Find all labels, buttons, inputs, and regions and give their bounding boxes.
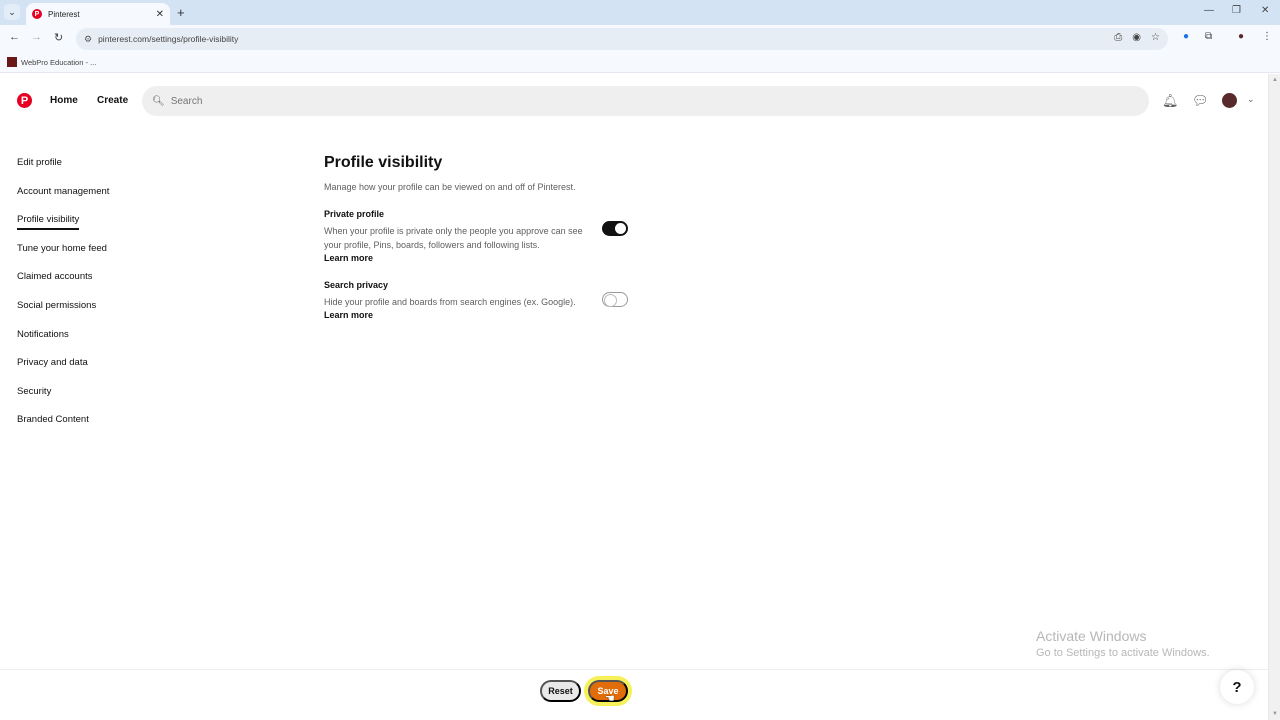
user-avatar[interactable] xyxy=(1222,93,1237,108)
nav-create[interactable]: Create xyxy=(97,95,128,106)
sidebar-item-profile-visibility[interactable]: Profile visibility xyxy=(17,213,109,242)
browser-tab-strip: ⌄ P Pinterest ✕ + — ❐ ✕ xyxy=(0,0,1280,25)
sidebar-item-social-permissions[interactable]: Social permissions xyxy=(17,299,109,328)
search-privacy-setting: Search privacy Hide your profile and boa… xyxy=(324,280,634,323)
bookmark-star-icon[interactable]: ☆ xyxy=(1151,32,1160,43)
sidebar-item-account-management[interactable]: Account management xyxy=(17,185,109,214)
search-privacy-toggle[interactable] xyxy=(602,291,628,307)
profile-visibility-panel: Profile visibility Manage how your profi… xyxy=(324,154,634,337)
pinterest-favicon-icon: P xyxy=(32,9,42,19)
sidebar-item-claimed-accounts[interactable]: Claimed accounts xyxy=(17,270,109,299)
nav-home[interactable]: Home xyxy=(50,95,78,106)
setting-description: Hide your profile and boards from search… xyxy=(324,296,576,321)
messages-icon[interactable]: 💬︎ xyxy=(1192,93,1209,109)
settings-sidebar: Edit profile Account management Profile … xyxy=(17,156,109,442)
extensions-puzzle-icon[interactable]: ⧉ xyxy=(1205,31,1212,42)
address-bar[interactable]: ⚙ pinterest.com/settings/profile-visibil… xyxy=(76,28,1168,50)
tab-list-button[interactable]: ⌄ xyxy=(4,4,20,20)
scroll-down-icon[interactable]: ▼ xyxy=(1272,711,1278,717)
window-close-icon[interactable]: ✕ xyxy=(1261,5,1269,16)
setting-label: Search privacy xyxy=(324,279,389,290)
url-text[interactable]: pinterest.com/settings/profile-visibilit… xyxy=(98,34,238,44)
settings-footer: Reset Save ☚ ? xyxy=(0,669,1268,720)
extension-icon[interactable]: ● xyxy=(1183,31,1189,42)
page-subtitle: Manage how your profile can be viewed on… xyxy=(324,182,576,192)
page: P Home Create 🔍︎ 🔔︎ 💬︎ ⌄ Edit profile Ac… xyxy=(0,74,1268,720)
private-profile-setting: Private profile When your profile is pri… xyxy=(324,209,634,266)
sidebar-item-edit-profile[interactable]: Edit profile xyxy=(17,156,109,185)
reload-icon[interactable]: ↻ xyxy=(54,31,63,44)
help-button[interactable]: ? xyxy=(1220,670,1254,704)
setting-description: When your profile is private only the pe… xyxy=(324,226,583,263)
search-icon: 🔍︎ xyxy=(152,95,165,107)
install-app-icon[interactable]: ⎙ xyxy=(1114,32,1122,43)
sidebar-item-notifications[interactable]: Notifications xyxy=(17,328,109,357)
notifications-bell-icon[interactable]: 🔔︎ xyxy=(1162,93,1179,109)
scroll-up-icon[interactable]: ▲ xyxy=(1272,77,1278,83)
forward-icon[interactable]: → xyxy=(31,31,42,43)
bookmark-item[interactable]: WebPro Education - ... xyxy=(7,57,96,67)
tracking-eye-icon[interactable]: ◉ xyxy=(1132,32,1141,43)
learn-more-link[interactable]: Learn more xyxy=(324,310,373,320)
browser-toolbar: ← → ↻ ⚙ pinterest.com/settings/profile-v… xyxy=(0,25,1280,53)
back-icon[interactable]: ← xyxy=(9,31,20,43)
bookmarks-bar: WebPro Education - ... xyxy=(0,53,1280,73)
tab-title: Pinterest xyxy=(48,9,80,19)
hand-cursor-icon: ☚ xyxy=(605,693,615,705)
windows-activation-watermark: Activate Windows Go to Settings to activ… xyxy=(1036,628,1210,659)
site-info-icon[interactable]: ⚙ xyxy=(84,34,92,45)
pinterest-logo-icon[interactable]: P xyxy=(17,93,32,108)
search-bar[interactable]: 🔍︎ xyxy=(142,86,1149,116)
close-tab-icon[interactable]: ✕ xyxy=(156,9,164,20)
page-scrollbar[interactable]: ▲ ▼ xyxy=(1268,74,1280,720)
bookmark-favicon-icon xyxy=(7,57,17,67)
bookmark-label: WebPro Education - ... xyxy=(21,57,97,67)
learn-more-link[interactable]: Learn more xyxy=(324,253,373,263)
browser-tab[interactable]: P Pinterest ✕ xyxy=(26,3,170,25)
new-tab-button[interactable]: + xyxy=(177,5,185,20)
browser-menu-icon[interactable]: ⋮ xyxy=(1262,31,1272,42)
sidebar-item-privacy-and-data[interactable]: Privacy and data xyxy=(17,356,109,385)
account-chevron-down-icon[interactable]: ⌄ xyxy=(1247,94,1255,105)
sidebar-item-security[interactable]: Security xyxy=(17,385,109,414)
sidebar-item-tune-home-feed[interactable]: Tune your home feed xyxy=(17,242,109,271)
sidebar-item-branded-content[interactable]: Branded Content xyxy=(17,413,109,442)
setting-label: Private profile xyxy=(324,209,385,219)
reset-button[interactable]: Reset xyxy=(540,680,581,702)
profile-avatar-icon[interactable]: ● xyxy=(1238,31,1244,42)
private-profile-toggle[interactable] xyxy=(602,221,628,236)
search-input[interactable] xyxy=(170,95,1071,107)
site-header: P Home Create 🔍︎ 🔔︎ 💬︎ ⌄ xyxy=(0,74,1268,128)
page-title: Profile visibility xyxy=(324,154,443,171)
minimize-icon[interactable]: — xyxy=(1204,5,1214,16)
restore-icon[interactable]: ❐ xyxy=(1232,5,1241,16)
